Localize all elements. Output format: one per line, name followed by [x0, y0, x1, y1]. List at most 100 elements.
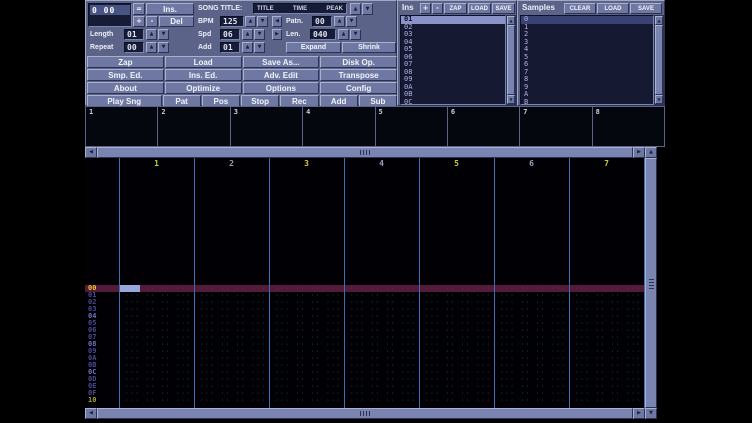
pattern-cell[interactable]: ··· ·· ·· ···: [569, 383, 644, 390]
pattern-number-up-button[interactable]: ▲: [334, 16, 345, 27]
pattern-cell[interactable]: ··· ·· ·· ···: [119, 362, 194, 369]
instrument-plus-button[interactable]: +: [420, 3, 431, 14]
order-minus-button[interactable]: -: [146, 16, 158, 27]
flip-right-button[interactable]: ▶: [272, 29, 282, 40]
sample-list-item[interactable]: 1: [521, 24, 653, 32]
pattern-cell[interactable]: ··· ·· ·· ···: [269, 313, 344, 320]
pattern-cell[interactable]: ··· ·· ·· ···: [269, 397, 344, 404]
speed-value[interactable]: 06: [220, 29, 240, 40]
channel-header[interactable]: 6: [494, 158, 569, 170]
pattern-row[interactable]: 07··· ·· ·· ······ ·· ·· ······ ·· ·· ··…: [85, 334, 645, 341]
bpm-down-button[interactable]: ▼: [257, 16, 268, 27]
pattern-scroll-down-button[interactable]: ▼: [645, 408, 657, 419]
sample-list-item[interactable]: 7: [521, 69, 653, 77]
pattern-cell[interactable]: ··· ·· ·· ···: [494, 383, 569, 390]
sample-list-item[interactable]: 0: [521, 16, 653, 24]
pattern-cell[interactable]: ··· ·· ·· ···: [269, 376, 344, 383]
pattern-cell[interactable]: ··· ·· ·· ···: [419, 334, 494, 341]
pattern-cell[interactable]: ··· ·· ·· ···: [494, 334, 569, 341]
channel-scope[interactable]: 8: [592, 107, 664, 146]
pattern-row[interactable]: 0D··· ·· ·· ······ ·· ·· ······ ·· ·· ··…: [85, 376, 645, 383]
pattern-cell[interactable]: ··· ·· ·· ···: [269, 285, 344, 292]
pattern-cell[interactable]: ··· ·· ·· ···: [194, 397, 269, 404]
pattern-cell[interactable]: ··· ·· ·· ···: [119, 348, 194, 355]
pattern-cell[interactable]: ··· ·· ·· ···: [119, 306, 194, 313]
pattern-cell[interactable]: ··· ·· ·· ···: [194, 348, 269, 355]
pattern-cell[interactable]: ··· ·· ·· ···: [494, 327, 569, 334]
repeat-down-button[interactable]: ▼: [158, 42, 169, 53]
pattern-cell[interactable]: ··· ·· ·· ···: [269, 334, 344, 341]
pattern-cell[interactable]: ··· ·· ·· ···: [494, 369, 569, 376]
instrument-list-scrollbar[interactable]: ▲ ▼: [506, 15, 516, 105]
sample-list[interactable]: 0123456789AB: [520, 15, 654, 105]
instrument-list-item[interactable]: 01: [401, 16, 505, 24]
pattern-cell[interactable]: ··· ·· ·· ···: [419, 369, 494, 376]
pattern-row[interactable]: 05··· ·· ·· ······ ·· ·· ······ ·· ·· ··…: [85, 320, 645, 327]
instrument-list-item[interactable]: 02: [401, 24, 505, 32]
instrument-load-button[interactable]: Load: [468, 3, 491, 14]
instrument-list[interactable]: 0102030405060708090A0B0C: [400, 15, 506, 105]
pattern-cell[interactable]: ··· ·· ·· ···: [419, 390, 494, 397]
pattern-cell[interactable]: ··· ·· ·· ···: [194, 383, 269, 390]
pattern-scroll-right-button[interactable]: ▶: [633, 408, 645, 419]
sample-list-item[interactable]: 8: [521, 76, 653, 84]
expand-button[interactable]: Expand: [286, 42, 341, 53]
pattern-cell[interactable]: ··· ·· ·· ···: [119, 313, 194, 320]
pattern-row[interactable]: 02··· ·· ·· ······ ·· ·· ······ ·· ·· ··…: [85, 299, 645, 306]
pattern-cell[interactable]: ··· ·· ·· ···: [569, 327, 644, 334]
sample-scroll-up-button[interactable]: ▲: [655, 16, 663, 25]
pattern-cell[interactable]: ··· ·· ·· ···: [119, 334, 194, 341]
song-length-value[interactable]: 01: [124, 29, 144, 40]
bpm-value[interactable]: 125: [220, 16, 244, 27]
pattern-cell[interactable]: ··· ·· ·· ···: [269, 362, 344, 369]
pattern-hscrollbar-thumb[interactable]: [97, 408, 633, 419]
pattern-cell[interactable]: ··· ·· ·· ···: [269, 327, 344, 334]
pattern-cell[interactable]: ··· ·· ·· ···: [194, 306, 269, 313]
pattern-cell[interactable]: ··· ·· ·· ···: [119, 383, 194, 390]
flip-left-button[interactable]: ◀: [272, 16, 282, 27]
channel-header[interactable]: 2: [194, 158, 269, 170]
pattern-cell[interactable]: ··· ·· ·· ···: [494, 362, 569, 369]
pattern-cell[interactable]: ··· ·· ·· ···: [344, 348, 419, 355]
pattern-scroll-left-button[interactable]: ◀: [85, 408, 97, 419]
menu-button-zap[interactable]: Zap: [87, 56, 164, 68]
pattern-hscrollbar-top[interactable]: ◀ ▶: [85, 147, 645, 158]
channel-scope[interactable]: 1: [86, 107, 157, 146]
instrument-zap-button[interactable]: Zap: [444, 3, 467, 14]
mode-title-tab[interactable]: TITLE: [257, 6, 274, 12]
pattern-cell[interactable]: ··· ·· ·· ···: [269, 390, 344, 397]
pattern-row[interactable]: 0A··· ·· ·· ······ ·· ·· ······ ·· ·· ··…: [85, 355, 645, 362]
pattern-cell[interactable]: ··· ·· ·· ···: [119, 369, 194, 376]
pattern-cell[interactable]: ··· ·· ·· ···: [344, 313, 419, 320]
pattern-cell[interactable]: ··· ·· ·· ···: [419, 383, 494, 390]
pattern-cell[interactable]: ··· ·· ·· ···: [419, 320, 494, 327]
channel-header[interactable]: 4: [344, 158, 419, 170]
pattern-cell[interactable]: ··· ·· ·· ···: [194, 341, 269, 348]
pattern-cell[interactable]: ··· ·· ·· ···: [119, 341, 194, 348]
pattern-cell[interactable]: ··· ·· ·· ···: [344, 369, 419, 376]
pattern-cell[interactable]: ··· ·· ·· ···: [419, 306, 494, 313]
pattern-cell[interactable]: ··· ·· ·· ···: [569, 397, 644, 404]
channel-scope[interactable]: 7: [519, 107, 591, 146]
pattern-cell[interactable]: ··· ·· ·· ···: [269, 369, 344, 376]
pattern-row[interactable]: 09··· ·· ·· ······ ·· ·· ······ ·· ·· ··…: [85, 348, 645, 355]
pattern-cell[interactable]: ··· ·· ·· ···: [494, 355, 569, 362]
mode-peak-tab[interactable]: PEAK: [326, 6, 343, 12]
add-value[interactable]: 01: [220, 42, 240, 53]
instrument-list-item[interactable]: 0A: [401, 84, 505, 92]
order-position-empty[interactable]: [90, 15, 130, 25]
pattern-cell[interactable]: ··· ·· ·· ···: [494, 313, 569, 320]
sample-scrollbar-thumb[interactable]: [655, 25, 663, 95]
pattern-row[interactable]: 08··· ·· ·· ······ ·· ·· ······ ·· ·· ··…: [85, 341, 645, 348]
channel-header[interactable]: 3: [269, 158, 344, 170]
pattern-row[interactable]: 0E··· ·· ·· ······ ·· ·· ······ ·· ·· ··…: [85, 383, 645, 390]
add-up-button[interactable]: ▲: [242, 42, 253, 53]
pattern-cell[interactable]: ··· ·· ·· ···: [419, 285, 494, 292]
pattern-cell[interactable]: ··· ·· ·· ···: [269, 299, 344, 306]
repeat-value[interactable]: 00: [124, 42, 144, 53]
pattern-cell[interactable]: ··· ·· ·· ···: [344, 334, 419, 341]
menu-button-about[interactable]: About: [87, 82, 164, 94]
pattern-cell[interactable]: ··· ·· ·· ···: [269, 320, 344, 327]
instrument-list-item[interactable]: 09: [401, 76, 505, 84]
repeat-up-button[interactable]: ▲: [146, 42, 157, 53]
